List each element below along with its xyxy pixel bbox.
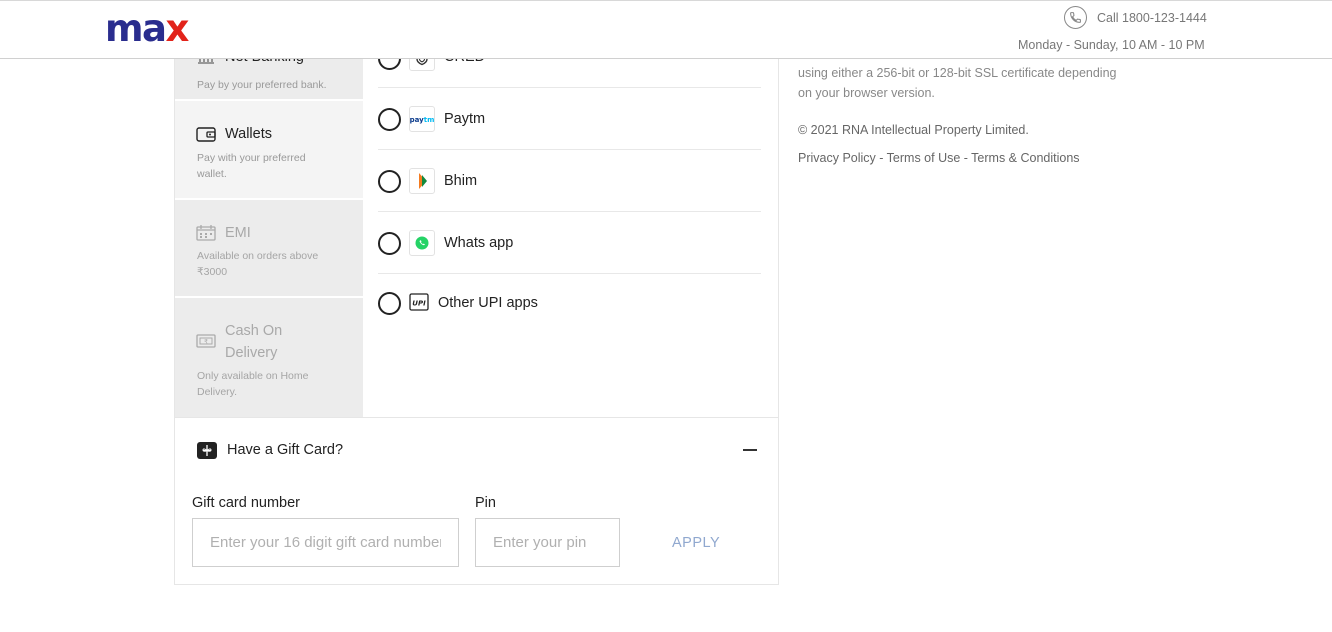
option-bhim[interactable]: Bhim	[378, 150, 761, 212]
option-label: Whats app	[444, 235, 514, 251]
gift-card-section: Have a Gift Card? Gift card number Pin A…	[175, 417, 778, 585]
support-hours: Monday - Sunday, 10 AM - 10 PM	[1018, 38, 1205, 52]
sidebar-item-label: Cash On Delivery	[225, 323, 283, 361]
gift-card-title[interactable]: Have a Gift Card?	[227, 442, 343, 458]
calendar-icon	[196, 225, 216, 241]
ssl-info-line1: using either a 256-bit or 128-bit SSL ce…	[798, 66, 1117, 80]
option-label: Bhim	[444, 173, 478, 189]
policy-links[interactable]: Privacy Policy - Terms of Use - Terms & …	[798, 148, 1080, 168]
option-paytm[interactable]: paytm Paytm	[378, 88, 761, 150]
payment-methods-sidebar: Net Banking Pay by your preferred bank. …	[175, 19, 363, 417]
whatsapp-icon	[409, 230, 435, 256]
pin-label: Pin	[475, 495, 496, 511]
option-whatsapp[interactable]: Whats app	[378, 212, 761, 274]
ssl-info-line2: on your browser version.	[798, 86, 935, 100]
sidebar-item-desc: Pay with your preferred wallet.	[197, 152, 306, 180]
gift-card-icon	[197, 442, 217, 459]
radio-button[interactable]	[378, 232, 401, 255]
call-number[interactable]: Call 1800-123-1444	[1097, 11, 1207, 25]
max-logo[interactable]: max	[105, 10, 189, 47]
phone-icon	[1064, 6, 1087, 29]
sidebar-item-desc: Pay by your preferred bank.	[197, 79, 327, 91]
sidebar-item-wallets[interactable]: Wallets Pay with your preferred wallet.	[175, 101, 363, 200]
collapse-icon[interactable]	[743, 449, 757, 451]
cash-icon: ₹	[196, 334, 216, 348]
option-other-upi[interactable]: UPI Other UPI apps	[378, 274, 761, 336]
apply-button[interactable]: APPLY	[672, 535, 720, 551]
option-label: Other UPI apps	[438, 295, 538, 311]
radio-button[interactable]	[378, 292, 401, 315]
sidebar-item-label: Wallets	[225, 126, 272, 142]
sidebar-item-label: EMI	[225, 225, 251, 241]
svg-text:paytm: paytm	[410, 116, 434, 124]
option-label: Paytm	[444, 111, 486, 127]
copyright: © 2021 RNA Intellectual Property Limited…	[798, 123, 1029, 137]
sidebar-item-emi: EMI Available on orders above ₹3000	[175, 200, 363, 298]
bhim-icon	[409, 168, 435, 194]
svg-text:₹: ₹	[204, 338, 208, 345]
paytm-icon: paytm	[409, 106, 435, 132]
sidebar-item-desc: Available on orders above ₹3000	[197, 250, 319, 278]
pin-input[interactable]	[475, 518, 620, 567]
header: max Call 1800-123-1444 Monday - Sunday, …	[0, 0, 1332, 59]
gift-card-number-label: Gift card number	[192, 495, 300, 511]
svg-text:UPI: UPI	[412, 299, 426, 307]
payment-panel: Net Banking Pay by your preferred bank. …	[174, 19, 779, 585]
radio-button[interactable]	[378, 108, 401, 131]
sidebar-item-cod: ₹ Cash On Delivery Only available on Hom…	[175, 298, 363, 417]
radio-button[interactable]	[378, 170, 401, 193]
wallet-icon	[196, 127, 216, 142]
upi-icon: UPI	[409, 293, 429, 311]
sidebar-item-desc: Only available on Home Delivery.	[197, 370, 309, 398]
gift-card-number-input[interactable]	[192, 518, 459, 567]
